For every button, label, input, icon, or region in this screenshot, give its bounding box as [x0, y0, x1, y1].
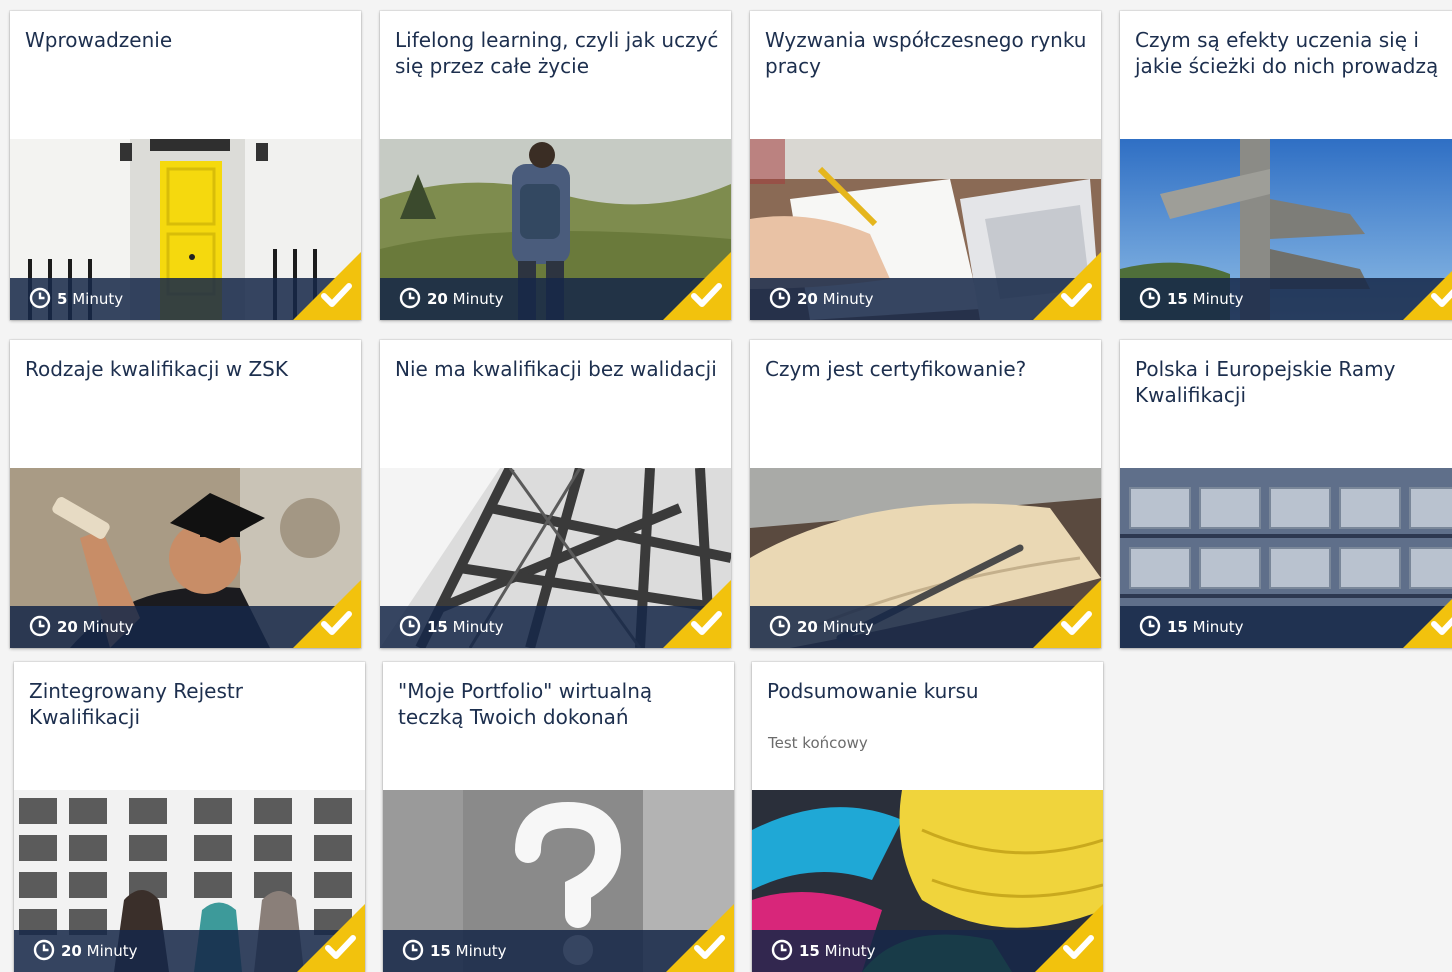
module-title: Zintegrowany Rejestr Kwalifikacji: [29, 679, 243, 729]
module-card[interactable]: Wyzwania współczesnego rynku pracy 20 Mi…: [750, 11, 1101, 320]
module-card[interactable]: Wprowadzenie 5 Minuty: [10, 11, 361, 320]
clock-icon: [33, 939, 55, 961]
module-card[interactable]: Nie ma kwalifikacji bez walidacji 15 Min…: [380, 340, 731, 648]
clock-icon: [29, 615, 51, 637]
checkmark-icon: [663, 580, 731, 648]
duration-label: 20 Minuty: [797, 290, 874, 308]
module-title: Wyzwania współczesnego rynku pracy: [765, 28, 1087, 78]
duration-label: 20 Minuty: [427, 290, 504, 308]
clock-icon: [771, 939, 793, 961]
clock-icon: [29, 287, 51, 309]
duration-label: 5 Minuty: [57, 290, 124, 308]
clock-icon: [402, 939, 424, 961]
module-card[interactable]: Polska i Europejskie Ramy Kwalifikacji 1: [1120, 340, 1452, 648]
module-card[interactable]: Lifelong learning, czyli jak uczyć się p…: [380, 11, 731, 320]
module-card[interactable]: Czym są efekty uczenia się i jakie ścież…: [1120, 11, 1452, 320]
checkmark-icon: [1403, 599, 1452, 648]
checkmark-icon: [293, 252, 361, 320]
checkmark-icon: [663, 252, 731, 320]
module-card[interactable]: "Moje Portfolio" wirtualną teczką Twoich…: [383, 662, 734, 972]
checkmark-icon: [1035, 904, 1103, 972]
duration-label: 15 Minuty: [799, 942, 876, 960]
duration-label: 15 Minuty: [430, 942, 507, 960]
duration-label: 15 Minuty: [427, 618, 504, 636]
clock-icon: [1139, 615, 1161, 637]
module-title: Rodzaje kwalifikacji w ZSK: [25, 357, 288, 381]
module-title: Czym jest certyfikowanie?: [765, 357, 1027, 381]
module-title: "Moje Portfolio" wirtualną teczką Twoich…: [398, 679, 653, 729]
checkmark-icon: [293, 580, 361, 648]
module-card[interactable]: Podsumowanie kursu Test końcowy 15 Minut…: [752, 662, 1103, 972]
module-card[interactable]: Rodzaje kwalifikacji w ZSK 20 Minuty: [10, 340, 361, 648]
duration-label: 20 Minuty: [61, 942, 138, 960]
checkmark-icon: [666, 904, 734, 972]
checkmark-icon: [297, 904, 365, 972]
checkmark-icon: [1033, 252, 1101, 320]
checkmark-icon: [1033, 580, 1101, 648]
clock-icon: [769, 287, 791, 309]
module-title: Podsumowanie kursu: [767, 679, 979, 703]
module-title: Nie ma kwalifikacji bez walidacji: [395, 357, 717, 381]
module-title: Wprowadzenie: [25, 28, 173, 52]
module-card[interactable]: Czym jest certyfikowanie? 20 Minuty: [750, 340, 1101, 648]
duration-label: 20 Minuty: [797, 618, 874, 636]
duration-label: 15 Minuty: [1167, 290, 1244, 308]
module-title: Polska i Europejskie Ramy Kwalifikacji: [1135, 357, 1396, 407]
clock-icon: [399, 615, 421, 637]
module-grid: Wprowadzenie 5 Minuty Lifelong learning,…: [0, 0, 1452, 972]
duration-label: 20 Minuty: [57, 618, 134, 636]
duration-label: 15 Minuty: [1167, 618, 1244, 636]
checkmark-icon: [1403, 271, 1452, 320]
module-subtitle: Test końcowy: [768, 734, 868, 752]
module-card[interactable]: Zintegrowany Rejestr Kwalifikacji 20 Min…: [14, 662, 365, 972]
module-title: Lifelong learning, czyli jak uczyć się p…: [395, 28, 719, 78]
clock-icon: [1139, 287, 1161, 309]
clock-icon: [399, 287, 421, 309]
clock-icon: [769, 615, 791, 637]
module-title: Czym są efekty uczenia się i jakie ścież…: [1135, 28, 1439, 78]
